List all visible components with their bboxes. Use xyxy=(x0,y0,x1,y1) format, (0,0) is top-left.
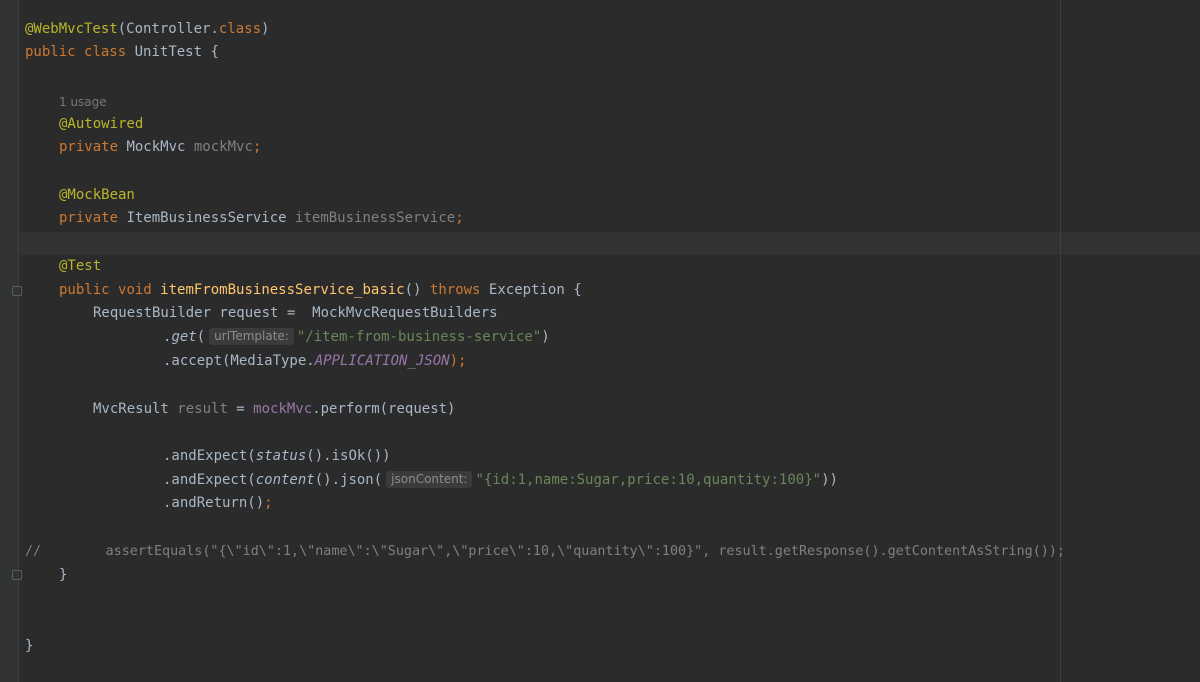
code-line-14: .andExpect(content().json(jsonContent: "{… xyxy=(163,471,838,488)
right-margin-guide xyxy=(1060,0,1061,682)
fold-end-icon[interactable] xyxy=(12,570,22,580)
code-line-10: .get(urlTemplate: "/item-from-business-se… xyxy=(163,328,550,345)
code-line-12: MvcResult result = mockMvc.perform(reque… xyxy=(93,401,456,417)
code-line-11: .accept(MediaType.APPLICATION_JSON); xyxy=(163,353,467,369)
current-line-highlight xyxy=(19,232,1200,255)
code-line-4: private MockMvc mockMvc; xyxy=(59,139,262,155)
code-line-6: private ItemBusinessService itemBusiness… xyxy=(59,210,464,226)
code-line-2: public class UnitTest { xyxy=(25,44,219,60)
code-line-8: public void itemFromBusinessService_basi… xyxy=(59,282,582,298)
code-line-13: .andExpect(status().isOk()) xyxy=(163,448,391,464)
json-content-param-hint: jsonContent: xyxy=(386,471,473,488)
code-line-1: @WebMvcTest(Controller.class) xyxy=(25,21,270,37)
fold-method-icon[interactable] xyxy=(12,286,22,296)
code-line-5: @MockBean xyxy=(59,187,135,203)
code-line-16-comment: // assertEquals("{\"id\":1,\"name\":\"Su… xyxy=(25,544,1065,559)
usage-hint[interactable]: 1 usage xyxy=(59,92,107,112)
code-line-18: } xyxy=(25,638,34,654)
code-line-3: @Autowired xyxy=(59,116,144,132)
code-line-17: } xyxy=(59,567,68,583)
url-template-param-hint: urlTemplate: xyxy=(209,328,294,345)
code-line-9: RequestBuilder request = MockMvcRequestB… xyxy=(93,305,498,321)
code-line-15: .andReturn(); xyxy=(163,495,273,511)
code-line-7: @Test xyxy=(59,258,102,274)
